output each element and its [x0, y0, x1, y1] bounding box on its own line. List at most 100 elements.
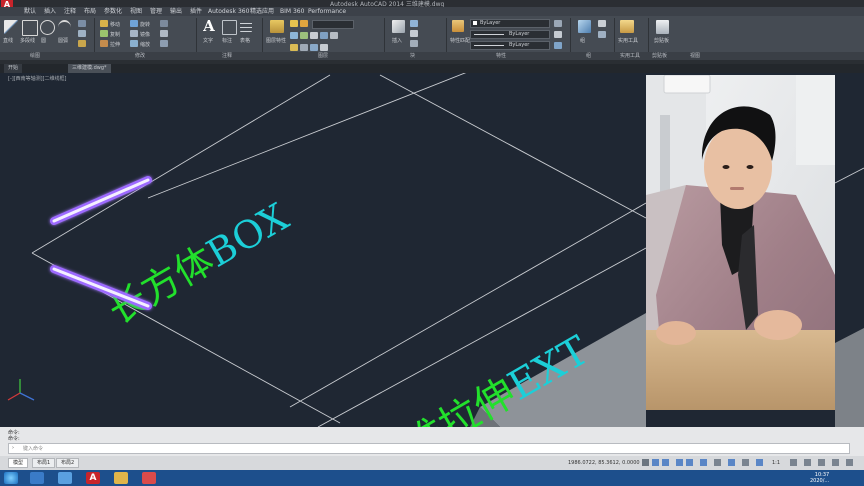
- panel-group-title[interactable]: 组: [586, 52, 591, 60]
- hardware-icon[interactable]: [818, 459, 825, 466]
- scale-button[interactable]: 缩放: [140, 41, 150, 48]
- match-properties-icon[interactable]: [452, 20, 464, 32]
- taskbar-autocad-icon[interactable]: A: [86, 472, 100, 484]
- modify-small-icon-2[interactable]: [160, 30, 168, 37]
- stretch-icon[interactable]: [100, 40, 108, 47]
- block-tool-icon-3[interactable]: [410, 40, 418, 47]
- circle-button[interactable]: 圆: [41, 37, 46, 44]
- circle-icon[interactable]: [40, 20, 55, 35]
- panel-modify-title[interactable]: 修改: [135, 52, 145, 60]
- tab-plugins[interactable]: 插件: [190, 7, 202, 16]
- tab-home[interactable]: 默认: [24, 7, 36, 16]
- ortho-icon[interactable]: [676, 459, 683, 466]
- panel-view-title[interactable]: 视图: [690, 52, 700, 60]
- tab-output[interactable]: 输出: [170, 7, 182, 16]
- layout-tab-2[interactable]: 布局2: [56, 458, 80, 468]
- fullscreen-icon[interactable]: [832, 459, 839, 466]
- linetype-dropdown[interactable]: ByLayer: [470, 30, 550, 39]
- modify-small-icon-1[interactable]: [160, 20, 168, 27]
- customize-icon[interactable]: [846, 459, 853, 466]
- group-tool-icon-1[interactable]: [598, 20, 606, 27]
- annotation-icon[interactable]: [756, 459, 763, 466]
- annotation-scale[interactable]: 1:1: [772, 460, 780, 466]
- tab-autodesk-360[interactable]: Autodesk 360: [208, 7, 249, 16]
- tab-start[interactable]: 开始: [4, 64, 23, 73]
- draw-small-icon-1[interactable]: [78, 20, 86, 27]
- dimension-button[interactable]: 标注: [222, 37, 232, 44]
- text-button[interactable]: 文字: [203, 37, 213, 44]
- panel-layer-title[interactable]: 图层: [318, 52, 328, 60]
- properties-tool-icon-3[interactable]: [554, 42, 562, 49]
- lineweight-dropdown[interactable]: ByLayer: [470, 41, 550, 50]
- layer-properties-button[interactable]: 图层特性: [266, 37, 286, 44]
- layer-tool-icon-8[interactable]: [310, 44, 318, 51]
- copy-icon[interactable]: [100, 30, 108, 37]
- text-icon[interactable]: A: [202, 18, 216, 34]
- tab-manage[interactable]: 管理: [150, 7, 162, 16]
- properties-tool-icon-1[interactable]: [554, 20, 562, 27]
- tab-parametric[interactable]: 参数化: [104, 7, 122, 16]
- taskbar-app-3-icon[interactable]: [142, 472, 156, 484]
- model-space-icon[interactable]: [642, 459, 649, 466]
- layer-tool-icon-7[interactable]: [300, 44, 308, 51]
- layer-tool-icon-4[interactable]: [320, 32, 328, 39]
- block-tool-icon-1[interactable]: [410, 20, 418, 27]
- mirror-icon[interactable]: [130, 30, 138, 37]
- table-icon[interactable]: [240, 20, 252, 32]
- polar-icon[interactable]: [686, 459, 693, 466]
- draw-small-icon-3[interactable]: [78, 40, 86, 47]
- layer-tool-icon-9[interactable]: [320, 44, 328, 51]
- tab-bim-360[interactable]: BIM 360: [280, 7, 304, 16]
- transparency-icon[interactable]: [742, 459, 749, 466]
- viewport-controls[interactable]: [-][西南等轴测][二维线框]: [8, 75, 67, 82]
- start-button-icon[interactable]: [4, 472, 18, 484]
- utilities-icon[interactable]: [620, 20, 634, 33]
- group-button[interactable]: 组: [580, 37, 585, 44]
- clipboard-icon[interactable]: [656, 20, 669, 34]
- layer-bulb-icon[interactable]: [290, 20, 298, 27]
- layer-sun-icon[interactable]: [300, 20, 308, 27]
- polyline-button[interactable]: 多段线: [20, 37, 35, 44]
- table-button[interactable]: 表格: [240, 37, 250, 44]
- tab-layout[interactable]: 布局: [84, 7, 96, 16]
- layout-tab-1[interactable]: 布局1: [32, 458, 56, 468]
- move-button[interactable]: 移动: [110, 21, 120, 28]
- tab-drawing[interactable]: 三维建模.dwg*: [68, 64, 111, 73]
- group-icon[interactable]: [578, 20, 591, 33]
- stretch-button[interactable]: 拉伸: [110, 41, 120, 48]
- workspace-gear-icon[interactable]: [790, 459, 797, 466]
- tab-featured-apps[interactable]: 精选应用: [250, 7, 274, 16]
- layer-dropdown[interactable]: [312, 20, 354, 29]
- group-tool-icon-2[interactable]: [598, 31, 606, 38]
- panel-properties-title[interactable]: 特性: [496, 52, 506, 60]
- line-icon[interactable]: [4, 20, 18, 34]
- otrack-icon[interactable]: [714, 459, 721, 466]
- rotate-icon[interactable]: [130, 20, 138, 27]
- insert-block-button[interactable]: 插入: [392, 37, 402, 44]
- system-clock[interactable]: 10:37 2020/...: [810, 472, 829, 484]
- clipboard-button[interactable]: 剪贴板: [654, 37, 669, 44]
- mirror-button[interactable]: 镜像: [140, 31, 150, 38]
- polyline-icon[interactable]: [22, 20, 38, 36]
- isolate-icon[interactable]: [804, 459, 811, 466]
- match-properties-button[interactable]: 特性匹配: [450, 37, 470, 44]
- utilities-button[interactable]: 实用工具: [618, 37, 638, 44]
- tab-annotate[interactable]: 注释: [64, 7, 76, 16]
- taskbar-app-1-icon[interactable]: [30, 472, 44, 484]
- layout-tab-model[interactable]: 模型: [8, 458, 29, 468]
- arc-icon[interactable]: [58, 20, 71, 35]
- layer-tool-icon-6[interactable]: [290, 44, 298, 51]
- scale-icon[interactable]: [130, 40, 138, 47]
- draw-small-icon-2[interactable]: [78, 30, 86, 37]
- layer-tool-icon-3[interactable]: [310, 32, 318, 39]
- panel-draw-title[interactable]: 绘图: [30, 52, 40, 60]
- panel-annotation-title[interactable]: 注释: [222, 52, 232, 60]
- tab-view[interactable]: 视图: [130, 7, 142, 16]
- panel-utilities-title[interactable]: 实用工具: [620, 52, 640, 60]
- insert-block-icon[interactable]: [392, 20, 405, 33]
- taskbar-folder-icon[interactable]: [114, 472, 128, 484]
- panel-clipboard-title[interactable]: 剪贴板: [652, 52, 667, 60]
- dimension-icon[interactable]: [222, 20, 237, 35]
- layer-tool-icon-1[interactable]: [290, 32, 298, 39]
- layer-tool-icon-5[interactable]: [330, 32, 338, 39]
